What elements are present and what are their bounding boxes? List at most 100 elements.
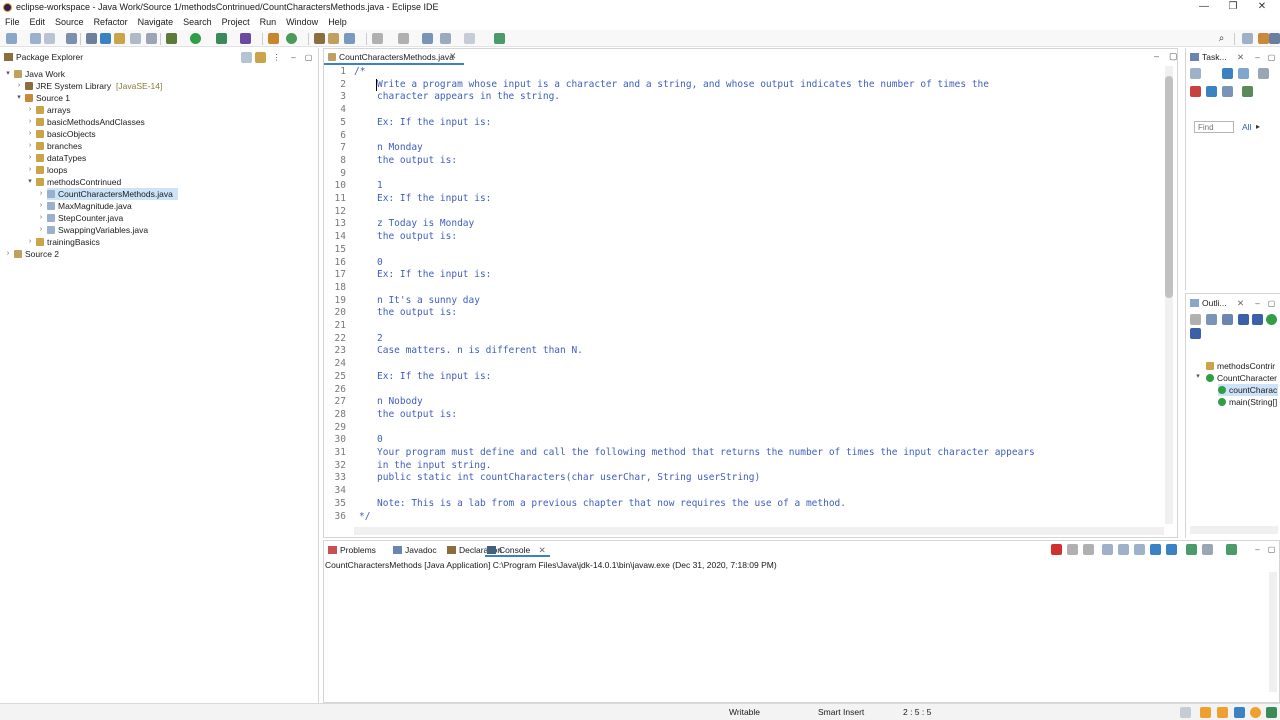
- close-outline-tab-icon[interactable]: ✕: [1237, 298, 1244, 308]
- tree-item[interactable]: › JRE System Library [JavaSE-14]: [18, 80, 226, 92]
- tree-item[interactable]: › StepCounter.java: [40, 212, 128, 224]
- chevron-right-icon[interactable]: ›: [26, 152, 34, 164]
- chevron-right-icon[interactable]: ›: [26, 236, 34, 248]
- tab-javadoc[interactable]: Javadoc: [391, 543, 437, 557]
- notification-icon[interactable]: [1234, 707, 1245, 718]
- editor-vertical-scrollbar[interactable]: [1165, 66, 1173, 524]
- link-editor-icon[interactable]: [255, 52, 266, 63]
- pin-console-icon[interactable]: [1186, 544, 1197, 555]
- console-output[interactable]: [324, 572, 1279, 702]
- prev-annotation-icon[interactable]: [398, 33, 409, 44]
- tree-item[interactable]: › loops: [29, 164, 72, 176]
- chevron-down-icon[interactable]: ▾: [26, 176, 34, 188]
- terminate-icon[interactable]: [1051, 544, 1062, 555]
- next-annotation-icon[interactable]: [372, 33, 383, 44]
- chevron-right-icon[interactable]: ›: [26, 116, 34, 128]
- code-line[interactable]: n It's a sunny day: [377, 295, 480, 306]
- tree-item[interactable]: › basicMethodsAndClasses: [29, 116, 150, 128]
- code-line[interactable]: Note: This is a lab from a previous chap…: [377, 498, 846, 509]
- collapse-all-icon[interactable]: [241, 52, 252, 63]
- tab-package-explorer[interactable]: Package Explorer: [0, 49, 90, 65]
- new-icon[interactable]: [6, 33, 17, 44]
- tree-item[interactable]: ▾ Source 1: [17, 92, 75, 104]
- code-line[interactable]: the output is:: [377, 231, 457, 242]
- external-tools-icon[interactable]: [240, 33, 251, 44]
- open-task-icon[interactable]: [86, 33, 97, 44]
- menu-refactor[interactable]: Refactor: [89, 15, 133, 29]
- tree-item[interactable]: › branches: [29, 140, 87, 152]
- task-find-input[interactable]: [1194, 121, 1234, 133]
- menu-source[interactable]: Source: [50, 15, 89, 29]
- close-tab-icon[interactable]: ✕: [449, 51, 457, 62]
- tree-item[interactable]: › basicObjects: [29, 128, 101, 140]
- breadcrumb-icon[interactable]: [114, 33, 125, 44]
- tab-outline[interactable]: Outli... ✕: [1186, 295, 1251, 311]
- new-task-icon[interactable]: [1190, 68, 1201, 79]
- tree-item[interactable]: ▾ Java Work: [6, 68, 70, 80]
- hide-static-icon[interactable]: [1252, 314, 1263, 325]
- forward-icon[interactable]: [464, 33, 475, 44]
- menu-help[interactable]: Help: [323, 15, 352, 29]
- java-ee-perspective-icon[interactable]: [1258, 33, 1269, 44]
- java-perspective-icon[interactable]: [1269, 33, 1280, 44]
- tip-icon[interactable]: [1200, 707, 1211, 718]
- minimize-view-icon[interactable]: –: [288, 52, 299, 63]
- menu-navigate[interactable]: Navigate: [133, 15, 179, 29]
- new-java-project-icon[interactable]: [268, 33, 279, 44]
- code-line[interactable]: */: [359, 511, 370, 522]
- search-tool-icon[interactable]: [344, 33, 355, 44]
- chevron-right-icon[interactable]: ›: [4, 248, 12, 260]
- scheduled-icon[interactable]: [1238, 68, 1249, 79]
- block-select-icon[interactable]: [130, 33, 141, 44]
- open-type-icon[interactable]: [314, 33, 325, 44]
- chevron-right-icon[interactable]: ›: [37, 188, 45, 200]
- chevron-down-icon[interactable]: ▾: [1194, 372, 1202, 380]
- pin-editor-icon[interactable]: [494, 33, 505, 44]
- tree-item[interactable]: ▾ methodsContrinued: [28, 176, 126, 188]
- chevron-right-icon[interactable]: ›: [37, 224, 45, 236]
- back-icon[interactable]: [440, 33, 451, 44]
- hide-fields-icon[interactable]: [1238, 314, 1249, 325]
- console-vertical-scrollbar[interactable]: [1269, 572, 1277, 692]
- hide-nonpublic-icon[interactable]: [1266, 314, 1277, 325]
- maximize-editor-icon[interactable]: ▢: [1169, 51, 1178, 62]
- minimize-button[interactable]: —: [1190, 0, 1218, 15]
- editor-scroll-thumb[interactable]: [1165, 76, 1173, 298]
- code-line[interactable]: the output is:: [377, 409, 457, 420]
- code-line[interactable]: 0: [377, 434, 383, 445]
- code-line[interactable]: 1: [377, 180, 383, 191]
- close-button[interactable]: ✕: [1248, 0, 1276, 15]
- open-perspective-icon[interactable]: [1242, 33, 1253, 44]
- chevron-right-icon[interactable]: ›: [26, 104, 34, 116]
- open-folder-icon[interactable]: [328, 33, 339, 44]
- menu-project[interactable]: Project: [217, 15, 255, 29]
- open-console-icon[interactable]: [1226, 544, 1237, 555]
- tree-item[interactable]: › SwappingVariables.java: [40, 224, 153, 236]
- maximize-console-icon[interactable]: ▢: [1266, 544, 1277, 555]
- new-class-icon[interactable]: [286, 33, 297, 44]
- sync-outline-icon[interactable]: [1190, 314, 1201, 325]
- chevron-right-icon[interactable]: ›: [26, 164, 34, 176]
- minimize-task-icon[interactable]: –: [1252, 52, 1263, 63]
- search-icon[interactable]: ⌕: [1216, 33, 1227, 44]
- task-filter-all[interactable]: All: [1242, 122, 1251, 132]
- tree-item[interactable]: › trainingBasics: [29, 236, 105, 248]
- chevron-right-icon[interactable]: ›: [37, 212, 45, 224]
- code-line[interactable]: Ex: If the input is:: [377, 193, 491, 204]
- code-area[interactable]: 1 /* 2 Write a program whose input is a cha…: [324, 66, 1164, 524]
- toggle-mark-icon[interactable]: [100, 33, 111, 44]
- minimize-editor-icon[interactable]: –: [1154, 51, 1159, 61]
- code-line[interactable]: the output is:: [377, 307, 457, 318]
- help-icon[interactable]: [1250, 707, 1261, 718]
- minimize-console-icon[interactable]: –: [1252, 544, 1263, 555]
- code-line[interactable]: 0: [377, 257, 383, 268]
- code-line[interactable]: Ex: If the input is:: [377, 371, 491, 382]
- sync-icon[interactable]: [1206, 86, 1217, 97]
- coverage-icon[interactable]: [216, 33, 227, 44]
- run-icon[interactable]: [190, 33, 201, 44]
- save-icon[interactable]: [30, 33, 41, 44]
- maximize-view-icon[interactable]: ▢: [303, 52, 314, 63]
- editor-horizontal-scrollbar[interactable]: [354, 527, 1164, 535]
- clear-console-icon[interactable]: [1102, 544, 1113, 555]
- maximize-task-icon[interactable]: ▢: [1266, 52, 1277, 63]
